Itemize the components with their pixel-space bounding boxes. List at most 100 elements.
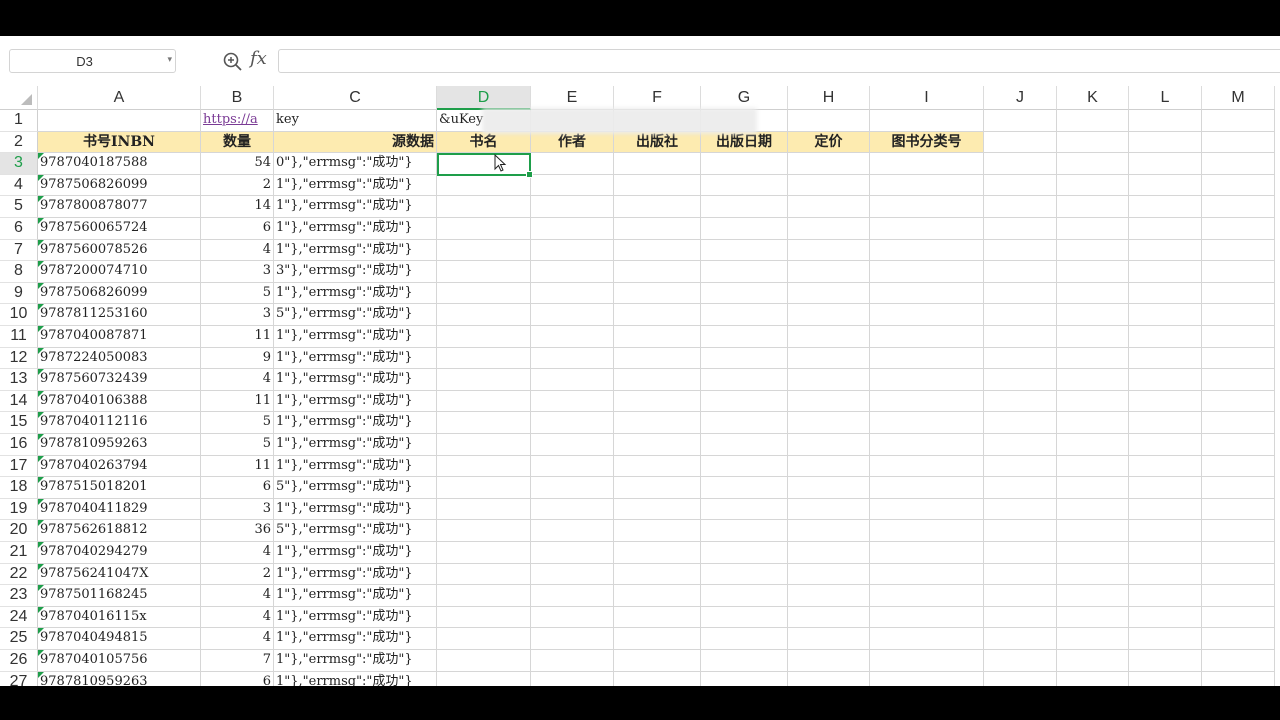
cell-M12[interactable] [1202,347,1275,370]
cell-H15[interactable] [788,412,870,434]
cell-C2[interactable]: 源数据 [274,131,437,154]
cell-J5[interactable] [984,196,1057,218]
cell-J3[interactable] [984,153,1057,175]
cell-L10[interactable] [1129,304,1202,326]
cell-F7[interactable] [614,239,701,262]
row-header-24[interactable]: 24 [0,606,38,629]
cell-L16[interactable] [1129,434,1202,456]
cell-A17[interactable]: 9787040263794 [38,455,201,478]
cell-J16[interactable] [984,434,1057,456]
cell-E11[interactable] [531,326,614,348]
cell-J17[interactable] [984,455,1057,478]
cell-C22[interactable]: 1"},"errmsg":"成功"} [274,563,437,586]
cell-A13[interactable]: 9787560732439 [38,369,201,391]
row-header-3[interactable]: 3 [0,153,38,175]
cell-A23[interactable]: 9787501168245 [38,585,201,607]
cell-E21[interactable] [531,542,614,564]
cell-F3[interactable] [614,153,701,175]
cell-L23[interactable] [1129,585,1202,607]
cell-E27[interactable] [531,671,614,686]
cell-M7[interactable] [1202,239,1275,262]
cell-A2[interactable]: 书号INBN [38,131,201,154]
cell-B27[interactable]: 6 [201,671,274,686]
cell-A1[interactable] [38,110,201,132]
cell-B18[interactable]: 6 [201,477,274,499]
cell-I26[interactable] [870,650,984,672]
cell-H8[interactable] [788,261,870,283]
cell-F12[interactable] [614,347,701,370]
cell-K15[interactable] [1057,412,1129,434]
cell-L27[interactable] [1129,671,1202,686]
cell-E14[interactable] [531,390,614,413]
cell-M27[interactable] [1202,671,1275,686]
cell-E12[interactable] [531,347,614,370]
cell-L1[interactable] [1129,110,1202,132]
cell-H18[interactable] [788,477,870,499]
cell-I3[interactable] [870,153,984,175]
cell-B12[interactable]: 9 [201,347,274,370]
cell-L20[interactable] [1129,520,1202,542]
cell-A7[interactable]: 9787560078526 [38,239,201,262]
cell-G10[interactable] [701,304,788,326]
cell-H26[interactable] [788,650,870,672]
cell-M2[interactable] [1202,131,1275,154]
cell-G22[interactable] [701,563,788,586]
row-header-9[interactable]: 9 [0,282,38,305]
cell-B16[interactable]: 5 [201,434,274,456]
cell-L12[interactable] [1129,347,1202,370]
cell-J20[interactable] [984,520,1057,542]
cell-B2[interactable]: 数量 [201,131,274,154]
cell-M17[interactable] [1202,455,1275,478]
cell-K1[interactable] [1057,110,1129,132]
cell-H20[interactable] [788,520,870,542]
cell-I12[interactable] [870,347,984,370]
cell-D19[interactable] [437,498,531,521]
cell-G3[interactable] [701,153,788,175]
cell-G11[interactable] [701,326,788,348]
cell-F2[interactable]: 出版社 [614,131,701,154]
cell-G5[interactable] [701,196,788,218]
cell-I9[interactable] [870,282,984,305]
cell-F1[interactable] [614,110,701,132]
cell-D16[interactable] [437,434,531,456]
row-header-4[interactable]: 4 [0,174,38,197]
cell-E4[interactable] [531,174,614,197]
cell-K24[interactable] [1057,606,1129,629]
cell-A24[interactable]: 978704016115x [38,606,201,629]
cell-I19[interactable] [870,498,984,521]
fx-icon[interactable]: fx [250,48,267,69]
cell-E15[interactable] [531,412,614,434]
cell-L21[interactable] [1129,542,1202,564]
cell-M22[interactable] [1202,563,1275,586]
cell-E8[interactable] [531,261,614,283]
column-header-C[interactable]: C [274,86,437,110]
cell-A16[interactable]: 9787810959263 [38,434,201,456]
cell-I5[interactable] [870,196,984,218]
cell-G16[interactable] [701,434,788,456]
cell-J22[interactable] [984,563,1057,586]
cell-C27[interactable]: 1"},"errmsg":"成功"} [274,671,437,686]
cell-F5[interactable] [614,196,701,218]
cell-L7[interactable] [1129,239,1202,262]
cell-J14[interactable] [984,390,1057,413]
cell-D25[interactable] [437,628,531,650]
cell-J12[interactable] [984,347,1057,370]
cell-I20[interactable] [870,520,984,542]
formula-input[interactable] [278,49,1280,73]
cell-L3[interactable] [1129,153,1202,175]
cell-F13[interactable] [614,369,701,391]
cell-D20[interactable] [437,520,531,542]
cell-I8[interactable] [870,261,984,283]
cell-A12[interactable]: 9787224050083 [38,347,201,370]
cell-K19[interactable] [1057,498,1129,521]
row-header-10[interactable]: 10 [0,304,38,326]
cell-A21[interactable]: 9787040294279 [38,542,201,564]
cell-M18[interactable] [1202,477,1275,499]
cell-G24[interactable] [701,606,788,629]
cell-H5[interactable] [788,196,870,218]
cell-C11[interactable]: 1"},"errmsg":"成功"} [274,326,437,348]
cell-H11[interactable] [788,326,870,348]
cell-C17[interactable]: 1"},"errmsg":"成功"} [274,455,437,478]
cell-K6[interactable] [1057,218,1129,240]
cell-K12[interactable] [1057,347,1129,370]
